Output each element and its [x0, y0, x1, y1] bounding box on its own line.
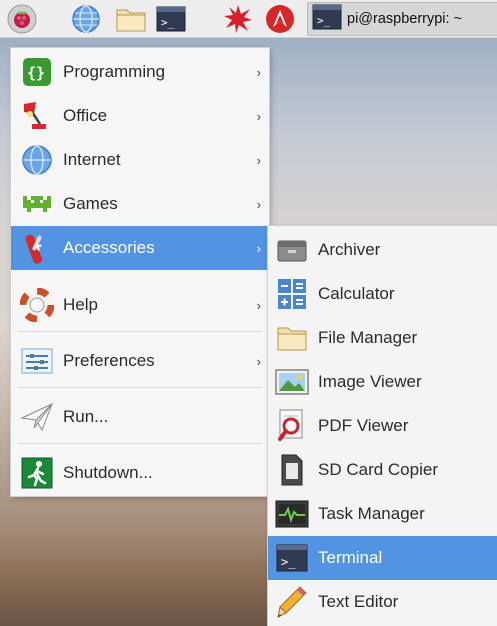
- menu-item-label: Help: [63, 295, 98, 314]
- menu-item-run[interactable]: Run...: [11, 395, 269, 439]
- globe-icon: [17, 140, 57, 180]
- sliders-icon: [17, 341, 57, 381]
- submenu-item-label: Terminal: [318, 548, 383, 567]
- submenu-arrow-icon: ›: [256, 353, 261, 369]
- menu-item-preferences[interactable]: Preferences ›: [11, 339, 269, 383]
- menu-item-games[interactable]: Games ›: [11, 182, 269, 226]
- submenu-arrow-icon: ›: [256, 240, 261, 256]
- svg-text:>_: >_: [317, 14, 331, 27]
- paper-plane-icon: [17, 397, 57, 437]
- menu-item-label: Office: [63, 106, 108, 125]
- submenu-item-terminal[interactable]: >_ Terminal: [268, 536, 497, 580]
- menu-item-internet[interactable]: Internet ›: [11, 138, 269, 182]
- submenu-item-pdf-viewer[interactable]: PDF Viewer: [268, 404, 497, 448]
- task-monitor-icon: [274, 496, 310, 532]
- menu-item-help[interactable]: Help ›: [11, 283, 269, 327]
- folder-icon[interactable]: [115, 3, 147, 35]
- task-label: pi@raspberrypi: ~: [347, 11, 463, 27]
- submenu-item-archiver[interactable]: Archiver: [268, 228, 497, 272]
- submenu-arrow-icon: ›: [256, 297, 261, 313]
- submenu-item-label: SD Card Copier: [318, 460, 438, 479]
- calculator-icon: [274, 276, 310, 312]
- menu-item-label: Run...: [63, 407, 109, 426]
- svg-text:{}: {}: [27, 64, 45, 82]
- submenu-item-file-manager[interactable]: File Manager: [268, 316, 497, 360]
- running-man-icon: [17, 453, 57, 493]
- image-icon: [274, 364, 310, 400]
- submenu-item-label: PDF Viewer: [318, 416, 409, 435]
- submenu-item-label: Task Manager: [318, 504, 425, 523]
- lifebuoy-icon: [17, 285, 57, 325]
- raspberry-logo-icon[interactable]: [6, 3, 38, 35]
- menu-item-label: Programming: [63, 62, 166, 81]
- swiss-knife-icon: [17, 228, 57, 268]
- folder-icon: [274, 320, 310, 356]
- menu-separator: [17, 387, 263, 388]
- submenu-item-text-editor[interactable]: Text Editor: [268, 580, 497, 624]
- sd-card-icon: [274, 452, 310, 488]
- submenu-arrow-icon: ›: [256, 152, 261, 168]
- terminal-icon: >_: [312, 4, 342, 35]
- submenu-item-label: Archiver: [318, 240, 381, 259]
- desk-lamp-icon: [17, 96, 57, 136]
- menu-item-office[interactable]: Office ›: [11, 94, 269, 138]
- submenu-item-task-manager[interactable]: Task Manager: [268, 492, 497, 536]
- globe-icon[interactable]: [70, 3, 102, 35]
- submenu-item-sd-card-copier[interactable]: SD Card Copier: [268, 448, 497, 492]
- submenu-arrow-icon: ›: [256, 64, 261, 80]
- menu-item-shutdown[interactable]: Shutdown...: [11, 451, 269, 495]
- submenu-item-label: Text Editor: [318, 592, 399, 611]
- menu-item-label: Internet: [63, 150, 121, 169]
- menu-item-label: Shutdown...: [63, 463, 153, 482]
- menu-separator: [17, 443, 263, 444]
- submenu-item-calculator[interactable]: Calculator: [268, 272, 497, 316]
- terminal-icon[interactable]: >_: [155, 3, 187, 35]
- svg-text:>_: >_: [161, 16, 175, 29]
- terminal-taskbar-button[interactable]: >_ pi@raspberrypi: ~: [307, 2, 497, 36]
- space-invader-icon: [17, 184, 57, 224]
- top-panel: >_ >_ pi@raspberrypi: ~: [0, 0, 497, 38]
- pdf-magnifier-icon: [274, 408, 310, 444]
- menu-item-label: Games: [63, 194, 118, 213]
- menu-item-label: Preferences: [63, 351, 155, 370]
- menu-item-label: Accessories: [63, 238, 155, 257]
- main-menu: {} Programming › Office › Internet › Gam…: [11, 48, 269, 496]
- wolfram-icon[interactable]: [264, 3, 296, 35]
- menu-item-programming[interactable]: {} Programming ›: [11, 50, 269, 94]
- braces-icon: {}: [17, 52, 57, 92]
- submenu-arrow-icon: ›: [256, 108, 261, 124]
- svg-text:>_: >_: [281, 555, 296, 569]
- accessories-submenu: Archiver Calculator File Manager Image V…: [268, 226, 497, 626]
- submenu-item-label: Image Viewer: [318, 372, 422, 391]
- submenu-item-label: Calculator: [318, 284, 395, 303]
- submenu-arrow-icon: ›: [256, 196, 261, 212]
- menu-item-accessories[interactable]: Accessories ›: [11, 226, 269, 270]
- submenu-item-image-viewer[interactable]: Image Viewer: [268, 360, 497, 404]
- pencil-icon: [274, 584, 310, 620]
- burst-icon[interactable]: [222, 3, 254, 35]
- terminal-icon: >_: [274, 540, 310, 576]
- menu-separator: [17, 331, 263, 332]
- archive-icon: [274, 232, 310, 268]
- submenu-item-label: File Manager: [318, 328, 418, 347]
